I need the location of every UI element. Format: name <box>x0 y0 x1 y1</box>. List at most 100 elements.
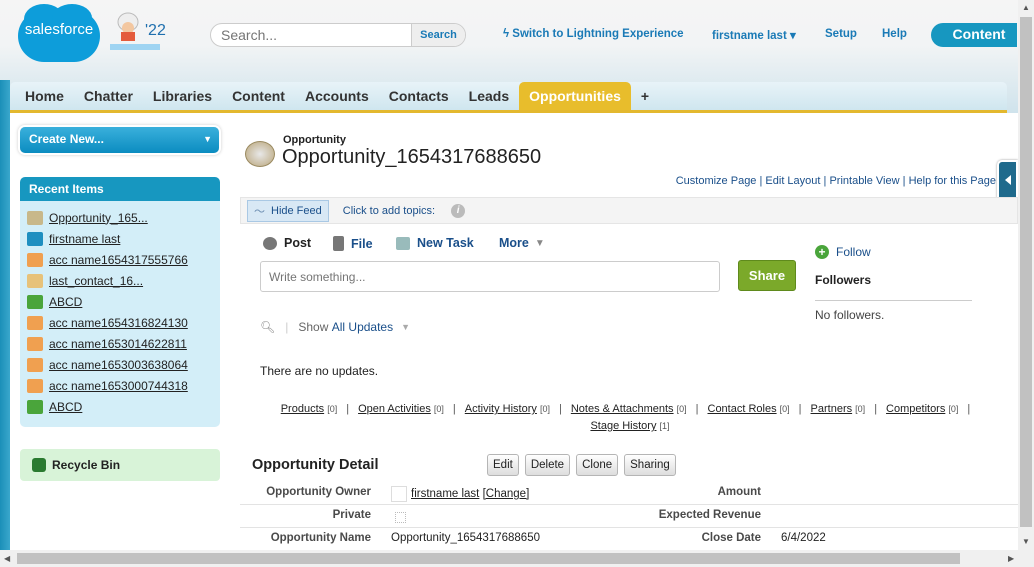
tab-chatter[interactable]: Chatter <box>74 82 143 110</box>
recycle-bin-link[interactable]: Recycle Bin <box>20 449 220 481</box>
recent-item[interactable]: acc name1653014622811 <box>20 333 220 354</box>
recent-item-link[interactable]: ABCD <box>49 400 82 414</box>
horizontal-scrollbar[interactable]: ◀ ▶ <box>0 550 1034 567</box>
recent-item-link[interactable]: acc name1653014622811 <box>49 337 187 351</box>
separator: | <box>452 403 456 415</box>
related-list-label[interactable]: Open Activities <box>358 403 431 415</box>
owner-avatar <box>391 486 407 502</box>
setup-link[interactable]: Setup <box>825 28 857 40</box>
salesforce-logo[interactable]: salesforce <box>18 4 100 62</box>
account-icon <box>27 315 43 330</box>
feed-filter-select[interactable]: All Updates <box>332 320 393 334</box>
tab-accounts[interactable]: Accounts <box>295 82 379 110</box>
edit-layout-link[interactable]: Edit Layout <box>765 175 820 187</box>
tab-libraries[interactable]: Libraries <box>143 82 222 110</box>
share-button[interactable]: Share <box>738 260 796 291</box>
recent-item[interactable]: acc name1653003638064 <box>20 354 220 375</box>
add-topics-link[interactable]: Click to add topics: <box>343 205 435 217</box>
change-owner-link[interactable]: [Change] <box>483 488 530 500</box>
recent-item-link[interactable]: firstname last <box>49 232 120 246</box>
recent-item[interactable]: last_contact_16... <box>20 270 220 291</box>
user-icon <box>27 231 43 246</box>
clone-button[interactable]: Clone <box>576 454 619 476</box>
feed-bar: 〜 Hide Feed Click to add topics: i <box>240 197 1018 224</box>
follow-button[interactable]: + Follow <box>815 245 871 259</box>
related-list-label[interactable]: Partners <box>811 403 853 415</box>
side-panel-toggle[interactable] <box>997 160 1018 202</box>
recent-item[interactable]: acc name1654317555766 <box>20 249 220 270</box>
related-list-link[interactable]: Contact Roles [0] <box>708 403 790 415</box>
detail-buttons: Edit Delete Clone Sharing <box>487 454 676 476</box>
all-tabs-plus-icon[interactable]: + <box>631 82 659 110</box>
vertical-scrollbar[interactable]: ▲ ▼ <box>1018 0 1034 550</box>
tab-contacts[interactable]: Contacts <box>379 82 459 110</box>
page-links: Customize Page | Edit Layout | Printable… <box>675 175 996 187</box>
publisher-new-task[interactable]: New Task <box>396 236 474 250</box>
related-list-link[interactable]: Competitors [0] <box>886 403 958 415</box>
related-list-link[interactable]: Open Activities [0] <box>358 403 444 415</box>
recent-item-link[interactable]: acc name1654317555766 <box>49 253 188 267</box>
sidebar-toggle-bar[interactable] <box>0 80 10 550</box>
contact-icon <box>27 273 43 288</box>
recent-item[interactable]: acc name1653000744318 <box>20 375 220 396</box>
recent-item[interactable]: Opportunity_165... <box>20 207 220 228</box>
related-list-label[interactable]: Activity History <box>465 403 537 415</box>
related-list-link[interactable]: Products [0] <box>281 403 338 415</box>
recent-item[interactable]: ABCD <box>20 291 220 312</box>
feed-filter: 🔍︎ | Show All Updates ▼ <box>260 320 411 334</box>
recent-item-link[interactable]: ABCD <box>49 295 82 309</box>
related-list-label[interactable]: Products <box>281 403 324 415</box>
publisher-file[interactable]: File <box>333 236 373 251</box>
related-list-label[interactable]: Notes & Attachments <box>571 403 674 415</box>
account-icon <box>27 336 43 351</box>
tab-content[interactable]: Content <box>222 82 295 110</box>
user-menu[interactable]: firstname last ▾ <box>712 28 796 42</box>
scroll-thumb[interactable] <box>17 553 960 564</box>
followers-heading: Followers <box>815 273 872 287</box>
pulse-icon: 〜 <box>254 205 265 218</box>
help-page-link[interactable]: Help for this Page <box>909 175 996 187</box>
search-button[interactable]: Search <box>411 24 465 46</box>
publisher-more[interactable]: More ▼ <box>499 236 545 250</box>
account-icon <box>27 378 43 393</box>
tab-home[interactable]: Home <box>15 82 74 110</box>
sharing-button[interactable]: Sharing <box>624 454 676 476</box>
customize-page-link[interactable]: Customize Page <box>676 175 757 187</box>
related-list-label[interactable]: Competitors <box>886 403 945 415</box>
related-list-link[interactable]: Stage History [1] <box>590 420 669 432</box>
recent-item-link[interactable]: acc name1653000744318 <box>49 379 188 393</box>
recent-item-link[interactable]: last_contact_16... <box>49 274 143 288</box>
related-list-label[interactable]: Stage History <box>590 420 656 432</box>
recent-item[interactable]: acc name1654316824130 <box>20 312 220 333</box>
search-box: Search <box>210 23 466 47</box>
recent-item[interactable]: ABCD <box>20 396 220 417</box>
recent-item-link[interactable]: acc name1654316824130 <box>49 316 188 330</box>
tab-opportunities[interactable]: Opportunities <box>519 82 631 110</box>
recent-item-link[interactable]: Opportunity_165... <box>49 211 148 225</box>
tab-leads[interactable]: Leads <box>459 82 519 110</box>
file-icon <box>333 236 344 251</box>
related-list-link[interactable]: Notes & Attachments [0] <box>571 403 687 415</box>
search-input[interactable] <box>211 24 413 46</box>
opportunity-icon <box>27 210 43 225</box>
no-followers-text: No followers. <box>815 308 885 322</box>
recent-item[interactable]: firstname last <box>20 228 220 249</box>
app-menu-button[interactable]: Content <box>931 23 1017 47</box>
create-new-button[interactable]: Create New... ▼ <box>20 127 219 153</box>
publisher-post[interactable]: Post <box>263 236 311 250</box>
related-list-link[interactable]: Partners [0] <box>811 403 866 415</box>
info-icon[interactable]: i <box>451 203 466 218</box>
edit-button[interactable]: Edit <box>487 454 519 476</box>
hide-feed-button[interactable]: 〜 Hide Feed <box>247 199 329 222</box>
feed-post-input[interactable] <box>260 261 720 292</box>
help-link[interactable]: Help <box>882 28 907 40</box>
related-list-label[interactable]: Contact Roles <box>708 403 777 415</box>
printable-view-link[interactable]: Printable View <box>829 175 899 187</box>
related-list-link[interactable]: Activity History [0] <box>465 403 550 415</box>
recent-item-link[interactable]: acc name1653003638064 <box>49 358 188 372</box>
delete-button[interactable]: Delete <box>524 454 571 476</box>
owner-link[interactable]: firstname last <box>411 488 479 500</box>
switch-lightning-link[interactable]: ϟ Switch to Lightning Experience <box>503 28 684 40</box>
scroll-thumb[interactable] <box>1020 17 1032 527</box>
search-icon[interactable]: 🔍︎ <box>260 320 275 334</box>
